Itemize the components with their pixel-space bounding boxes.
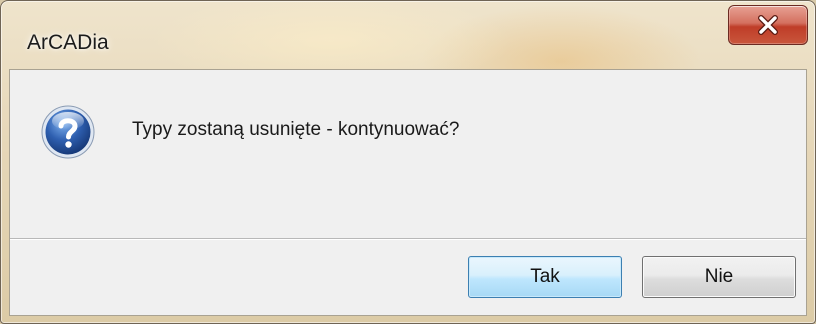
dialog-message: Typy zostaną usunięte - kontynuować?	[132, 119, 460, 140]
message-area: Typy zostaną usunięte - kontynuować?	[10, 70, 806, 238]
close-icon	[758, 15, 778, 35]
dialog-client-area: Typy zostaną usunięte - kontynuować? Tak…	[9, 69, 807, 316]
dialog-window: ArCADia Typy zostaną usunięte - kontynuo…	[0, 0, 816, 324]
yes-button[interactable]: Tak	[468, 256, 622, 298]
separator	[10, 238, 806, 240]
close-button[interactable]	[728, 5, 808, 45]
no-button[interactable]: Nie	[642, 256, 796, 298]
window-title: ArCADia	[27, 31, 109, 54]
question-icon	[41, 105, 95, 159]
title-bar[interactable]: ArCADia	[1, 1, 815, 69]
